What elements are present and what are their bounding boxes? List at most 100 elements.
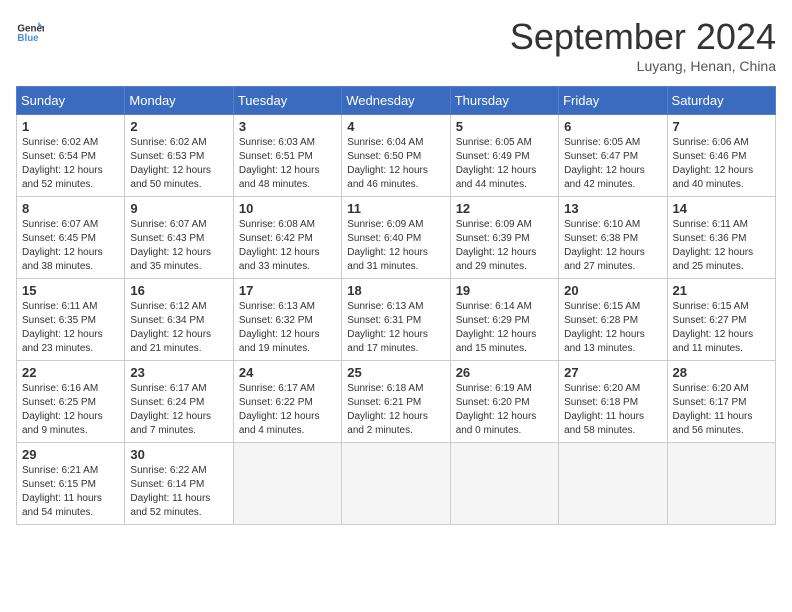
day-number: 19 xyxy=(456,283,553,298)
calendar-cell: 4 Sunrise: 6:04 AMSunset: 6:50 PMDaylight… xyxy=(342,115,450,197)
day-info: Sunrise: 6:03 AMSunset: 6:51 PMDaylight:… xyxy=(239,136,336,192)
header-wednesday: Wednesday xyxy=(342,87,450,115)
calendar-cell: 8 Sunrise: 6:07 AMSunset: 6:45 PMDaylight… xyxy=(17,197,125,279)
day-number: 26 xyxy=(456,365,553,380)
location: Luyang, Henan, China xyxy=(510,58,776,74)
day-info: Sunrise: 6:19 AMSunset: 6:20 PMDaylight:… xyxy=(456,382,553,438)
day-number: 24 xyxy=(239,365,336,380)
calendar-cell: 13 Sunrise: 6:10 AMSunset: 6:38 PMDayligh… xyxy=(559,197,667,279)
day-info: Sunrise: 6:15 AMSunset: 6:27 PMDaylight:… xyxy=(673,300,770,356)
calendar-cell: 20Sunrise: 6:15 AMSunset: 6:28 PMDayligh… xyxy=(559,279,667,361)
day-number: 6 xyxy=(564,119,661,134)
day-number: 21 xyxy=(673,283,770,298)
day-number: 11 xyxy=(347,201,444,216)
day-info: Sunrise: 6:18 AMSunset: 6:21 PMDaylight:… xyxy=(347,382,444,438)
day-number: 30 xyxy=(130,447,227,462)
calendar-cell xyxy=(559,443,667,525)
day-number: 18 xyxy=(347,283,444,298)
day-number: 8 xyxy=(22,201,119,216)
day-number: 3 xyxy=(239,119,336,134)
day-number: 22 xyxy=(22,365,119,380)
title-block: September 2024 Luyang, Henan, China xyxy=(510,16,776,74)
day-info: Sunrise: 6:10 AMSunset: 6:38 PMDaylight:… xyxy=(564,218,661,274)
day-number: 27 xyxy=(564,365,661,380)
calendar-cell: 9 Sunrise: 6:07 AMSunset: 6:43 PMDaylight… xyxy=(125,197,233,279)
day-number: 15 xyxy=(22,283,119,298)
day-number: 5 xyxy=(456,119,553,134)
calendar-cell: 2 Sunrise: 6:02 AMSunset: 6:53 PMDaylight… xyxy=(125,115,233,197)
day-info: Sunrise: 6:09 AMSunset: 6:40 PMDaylight:… xyxy=(347,218,444,274)
day-info: Sunrise: 6:15 AMSunset: 6:28 PMDaylight:… xyxy=(564,300,661,356)
calendar-cell: 15 Sunrise: 6:11 AMSunset: 6:35 PMDayligh… xyxy=(17,279,125,361)
weekday-header-row: Sunday Monday Tuesday Wednesday Thursday… xyxy=(17,87,776,115)
day-number: 14 xyxy=(673,201,770,216)
calendar-cell: 5 Sunrise: 6:05 AMSunset: 6:49 PMDaylight… xyxy=(450,115,558,197)
calendar-cell: 17Sunrise: 6:13 AMSunset: 6:32 PMDayligh… xyxy=(233,279,341,361)
day-number: 10 xyxy=(239,201,336,216)
calendar-week-row: 15 Sunrise: 6:11 AMSunset: 6:35 PMDayligh… xyxy=(17,279,776,361)
header-thursday: Thursday xyxy=(450,87,558,115)
logo: General Blue xyxy=(16,16,44,44)
calendar-cell: 7 Sunrise: 6:06 AMSunset: 6:46 PMDaylight… xyxy=(667,115,775,197)
day-number: 25 xyxy=(347,365,444,380)
day-info: Sunrise: 6:05 AMSunset: 6:47 PMDaylight:… xyxy=(564,136,661,192)
calendar-cell: 10 Sunrise: 6:08 AMSunset: 6:42 PMDayligh… xyxy=(233,197,341,279)
calendar-cell xyxy=(667,443,775,525)
calendar-cell: 18 Sunrise: 6:13 AMSunset: 6:31 PMDayligh… xyxy=(342,279,450,361)
day-number: 13 xyxy=(564,201,661,216)
calendar-cell: 14Sunrise: 6:11 AMSunset: 6:36 PMDayligh… xyxy=(667,197,775,279)
day-info: Sunrise: 6:17 AMSunset: 6:22 PMDaylight:… xyxy=(239,382,336,438)
day-number: 12 xyxy=(456,201,553,216)
day-info: Sunrise: 6:08 AMSunset: 6:42 PMDaylight:… xyxy=(239,218,336,274)
day-number: 28 xyxy=(673,365,770,380)
day-info: Sunrise: 6:12 AMSunset: 6:34 PMDaylight:… xyxy=(130,300,227,356)
day-number: 17 xyxy=(239,283,336,298)
month-title: September 2024 xyxy=(510,16,776,58)
day-info: Sunrise: 6:17 AMSunset: 6:24 PMDaylight:… xyxy=(130,382,227,438)
day-info: Sunrise: 6:07 AMSunset: 6:45 PMDaylight:… xyxy=(22,218,119,274)
calendar-cell: 11 Sunrise: 6:09 AMSunset: 6:40 PMDayligh… xyxy=(342,197,450,279)
calendar-cell: 25 Sunrise: 6:18 AMSunset: 6:21 PMDayligh… xyxy=(342,361,450,443)
day-info: Sunrise: 6:05 AMSunset: 6:49 PMDaylight:… xyxy=(456,136,553,192)
day-info: Sunrise: 6:02 AMSunset: 6:53 PMDaylight:… xyxy=(130,136,227,192)
calendar-cell: 24 Sunrise: 6:17 AMSunset: 6:22 PMDayligh… xyxy=(233,361,341,443)
day-info: Sunrise: 6:21 AMSunset: 6:15 PMDaylight:… xyxy=(22,464,119,520)
page-header: General Blue September 2024 Luyang, Hena… xyxy=(16,16,776,74)
day-number: 23 xyxy=(130,365,227,380)
day-number: 9 xyxy=(130,201,227,216)
day-info: Sunrise: 6:02 AMSunset: 6:54 PMDaylight:… xyxy=(22,136,119,192)
calendar-cell xyxy=(342,443,450,525)
day-number: 2 xyxy=(130,119,227,134)
calendar-cell: 3 Sunrise: 6:03 AMSunset: 6:51 PMDaylight… xyxy=(233,115,341,197)
day-info: Sunrise: 6:14 AMSunset: 6:29 PMDaylight:… xyxy=(456,300,553,356)
header-monday: Monday xyxy=(125,87,233,115)
day-info: Sunrise: 6:09 AMSunset: 6:39 PMDaylight:… xyxy=(456,218,553,274)
calendar-week-row: 22 Sunrise: 6:16 AMSunset: 6:25 PMDayligh… xyxy=(17,361,776,443)
day-info: Sunrise: 6:06 AMSunset: 6:46 PMDaylight:… xyxy=(673,136,770,192)
day-number: 1 xyxy=(22,119,119,134)
day-info: Sunrise: 6:04 AMSunset: 6:50 PMDaylight:… xyxy=(347,136,444,192)
calendar-cell: 16 Sunrise: 6:12 AMSunset: 6:34 PMDayligh… xyxy=(125,279,233,361)
day-info: Sunrise: 6:11 AMSunset: 6:35 PMDaylight:… xyxy=(22,300,119,356)
calendar-cell: 21 Sunrise: 6:15 AMSunset: 6:27 PMDayligh… xyxy=(667,279,775,361)
calendar-cell: 1 Sunrise: 6:02 AMSunset: 6:54 PMDaylight… xyxy=(17,115,125,197)
day-info: Sunrise: 6:13 AMSunset: 6:31 PMDaylight:… xyxy=(347,300,444,356)
day-info: Sunrise: 6:20 AMSunset: 6:18 PMDaylight:… xyxy=(564,382,661,438)
day-number: 7 xyxy=(673,119,770,134)
calendar-cell: 28Sunrise: 6:20 AMSunset: 6:17 PMDayligh… xyxy=(667,361,775,443)
svg-text:Blue: Blue xyxy=(17,33,39,44)
calendar-cell: 27 Sunrise: 6:20 AMSunset: 6:18 PMDayligh… xyxy=(559,361,667,443)
calendar-cell: 12 Sunrise: 6:09 AMSunset: 6:39 PMDayligh… xyxy=(450,197,558,279)
logo-icon: General Blue xyxy=(16,16,44,44)
calendar-week-row: 8 Sunrise: 6:07 AMSunset: 6:45 PMDaylight… xyxy=(17,197,776,279)
day-number: 4 xyxy=(347,119,444,134)
day-info: Sunrise: 6:16 AMSunset: 6:25 PMDaylight:… xyxy=(22,382,119,438)
calendar-week-row: 29Sunrise: 6:21 AMSunset: 6:15 PMDayligh… xyxy=(17,443,776,525)
calendar-cell: 22 Sunrise: 6:16 AMSunset: 6:25 PMDayligh… xyxy=(17,361,125,443)
day-info: Sunrise: 6:07 AMSunset: 6:43 PMDaylight:… xyxy=(130,218,227,274)
day-number: 16 xyxy=(130,283,227,298)
header-tuesday: Tuesday xyxy=(233,87,341,115)
calendar-cell: 26 Sunrise: 6:19 AMSunset: 6:20 PMDayligh… xyxy=(450,361,558,443)
calendar-week-row: 1 Sunrise: 6:02 AMSunset: 6:54 PMDaylight… xyxy=(17,115,776,197)
header-saturday: Saturday xyxy=(667,87,775,115)
